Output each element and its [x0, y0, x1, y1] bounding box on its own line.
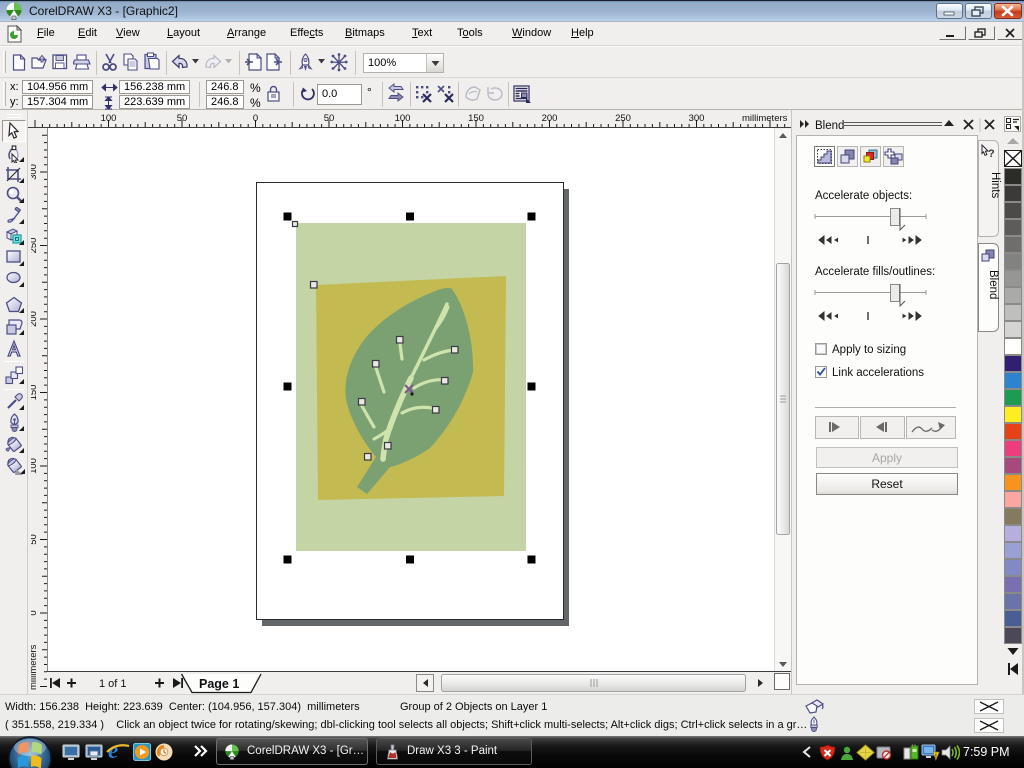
svg-text:50: 50 — [31, 534, 39, 545]
svg-text:100: 100 — [31, 458, 39, 474]
svg-text:1 of 1: 1 of 1 — [99, 678, 127, 690]
svg-text:300: 300 — [31, 164, 39, 180]
svg-text:50: 50 — [324, 113, 335, 124]
svg-text:300: 300 — [689, 113, 705, 124]
svg-text:millimeters: millimeters — [31, 644, 39, 690]
svg-text:200: 200 — [542, 113, 558, 124]
svg-text:100: 100 — [101, 113, 117, 124]
svg-text:Link accelerations: Link accelerations — [832, 367, 924, 379]
svg-text:150: 150 — [31, 385, 39, 401]
svg-text:0: 0 — [253, 113, 258, 124]
svg-text:0: 0 — [31, 610, 39, 615]
svg-text:Reset: Reset — [871, 477, 903, 491]
svg-text:Accelerate objects:: Accelerate objects: — [815, 190, 912, 202]
svg-text:Accelerate fills/outlines:: Accelerate fills/outlines: — [815, 266, 935, 278]
svg-text:Apply to sizing: Apply to sizing — [832, 344, 906, 356]
svg-text:millimeters: millimeters — [742, 113, 788, 124]
svg-text:250: 250 — [31, 238, 39, 254]
svg-text:Blend: Blend — [987, 270, 999, 299]
svg-text:!: ! — [935, 753, 937, 760]
svg-text:Page 1: Page 1 — [199, 677, 239, 691]
svg-text:150: 150 — [468, 113, 484, 124]
svg-text:50: 50 — [177, 113, 188, 124]
svg-text:?: ? — [988, 148, 995, 160]
svg-text:100: 100 — [395, 113, 411, 124]
svg-text:250: 250 — [615, 113, 631, 124]
svg-text:Apply: Apply — [872, 451, 902, 465]
svg-text:Blend: Blend — [815, 120, 844, 132]
svg-text:Hints: Hints — [989, 172, 1001, 198]
svg-text:200: 200 — [31, 311, 39, 327]
